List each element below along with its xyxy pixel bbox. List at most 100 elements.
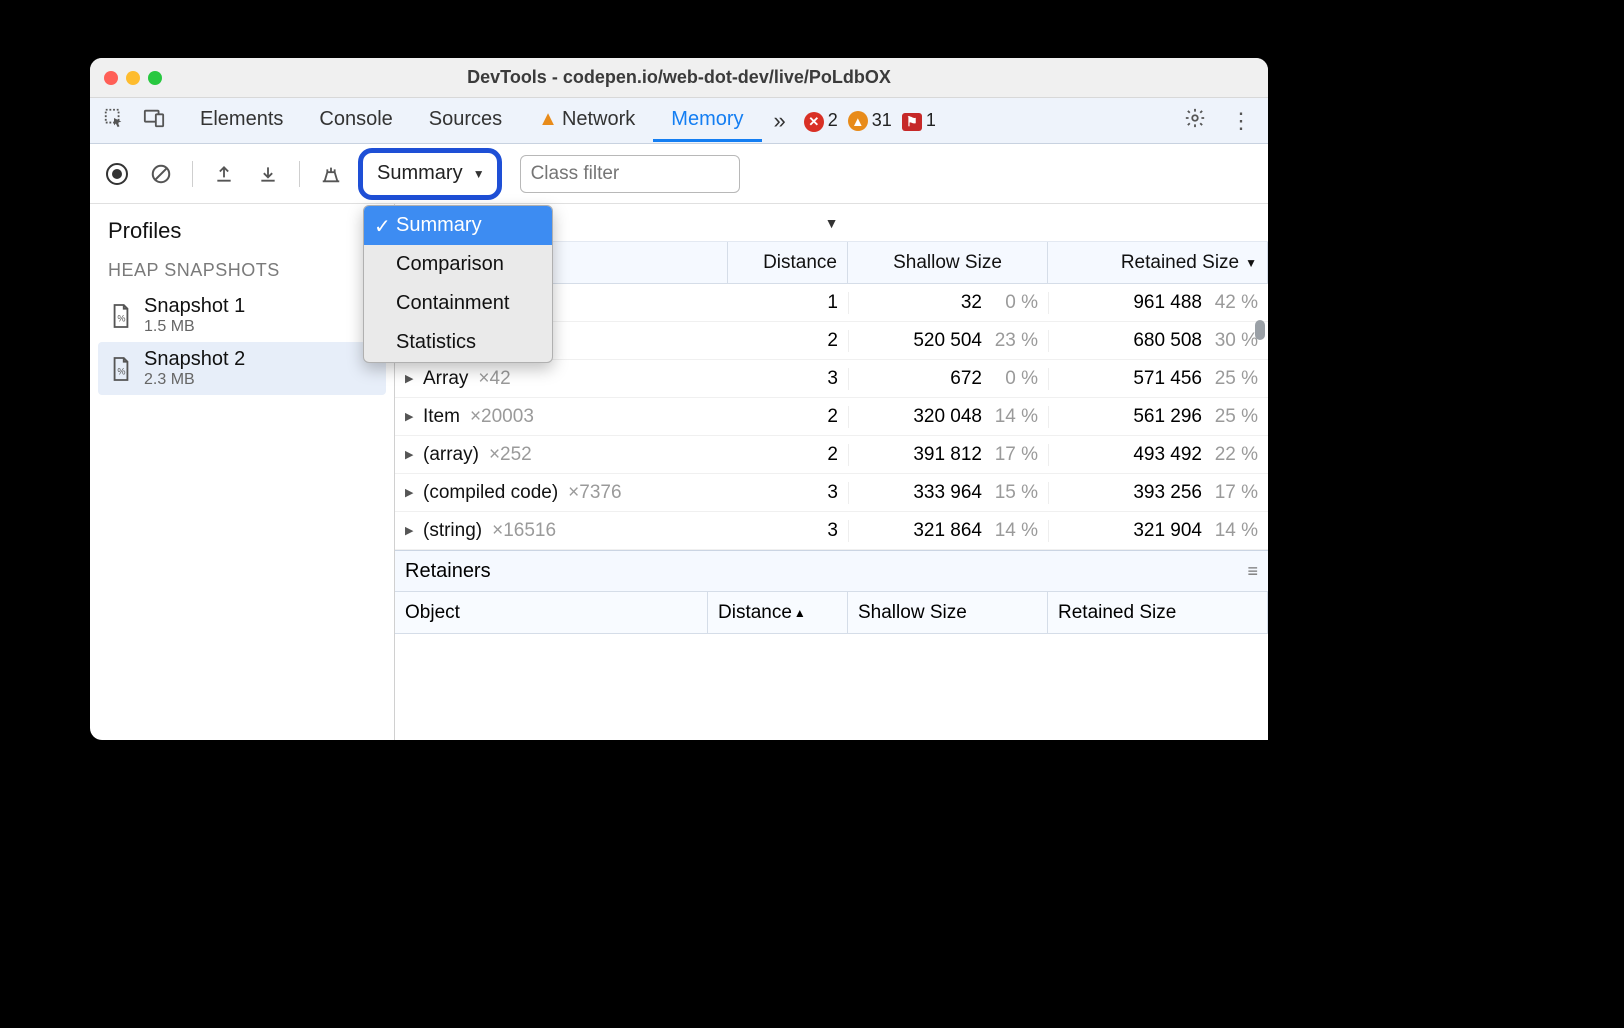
dropdown-option-statistics[interactable]: Statistics (364, 323, 552, 362)
minimize-window-button[interactable] (126, 71, 140, 85)
dropdown-option-comparison[interactable]: Comparison (364, 245, 552, 284)
column-shallow-size[interactable]: Shallow Size (848, 242, 1048, 283)
expand-icon[interactable]: ▶ (405, 410, 417, 423)
column-retained-label: Retained Size (1121, 252, 1239, 274)
constructor-name: Array (423, 368, 468, 390)
retainers-col-distance[interactable]: Distance▲ (708, 592, 848, 633)
retainers-col-retained[interactable]: Retained Size (1048, 592, 1268, 633)
record-button[interactable] (100, 157, 134, 191)
table-row[interactable]: ▶Item×200032320 04814 %561 29625 % (395, 398, 1268, 436)
cell-retained-size: 571 45625 % (1048, 368, 1268, 390)
cell-shallow-size: 333 96415 % (848, 482, 1048, 504)
cell-distance: 3 (728, 368, 848, 390)
cell-distance: 2 (728, 406, 848, 428)
tab-sources[interactable]: Sources (411, 100, 520, 142)
instance-count: ×16516 (492, 520, 556, 542)
tab-network[interactable]: ▲Network (520, 100, 653, 142)
snapshot-item-2[interactable]: % Snapshot 2 2.3 MB (98, 342, 386, 395)
profiles-title: Profiles (108, 218, 376, 244)
tab-elements[interactable]: Elements (182, 100, 301, 142)
cell-constructor: ▶ (compiled code) ×7376 (395, 482, 728, 504)
import-icon[interactable] (251, 157, 285, 191)
settings-icon[interactable] (1174, 107, 1216, 135)
constructor-name: (compiled code) (423, 482, 558, 504)
cell-retained-size: 561 29625 % (1048, 406, 1268, 428)
snapshot-size: 2.3 MB (144, 371, 245, 389)
window-title: DevTools - codepen.io/web-dot-dev/live/P… (102, 67, 1256, 88)
memory-body: Profiles HEAP SNAPSHOTS % Snapshot 1 1.5… (90, 204, 1268, 740)
warning-count: 31 (872, 110, 892, 130)
retainers-title: Retainers (405, 560, 491, 583)
cell-distance: 3 (728, 482, 848, 504)
cell-distance: 3 (728, 520, 848, 542)
instance-count: ×7376 (568, 482, 621, 504)
cell-constructor: ▶Item×20003 (395, 406, 728, 428)
expand-icon[interactable]: ▶ (405, 486, 417, 499)
maximize-window-button[interactable] (148, 71, 162, 85)
cell-shallow-size: 321 86414 % (848, 520, 1048, 542)
snapshot-name: Snapshot 1 (144, 295, 245, 318)
perspective-dropdown-menu: Summary Comparison Containment Statistic… (363, 205, 553, 363)
device-toolbar-icon[interactable] (136, 107, 172, 135)
devtools-window: DevTools - codepen.io/web-dot-dev/live/P… (90, 58, 1268, 740)
memory-toolbar: Summary Summary Comparison Containment S… (90, 144, 1268, 204)
table-row[interactable]: ▶ (string) ×16516 3321 86414 %321 90414 % (395, 512, 1268, 550)
inspect-element-icon[interactable] (96, 107, 132, 135)
constructor-name: Item (423, 406, 460, 428)
filter-caret-icon[interactable]: ▼ (825, 215, 839, 231)
tab-memory[interactable]: Memory (653, 100, 761, 142)
dropdown-option-containment[interactable]: Containment (364, 284, 552, 323)
table-row[interactable]: ▶ Array ×42 36720 %571 45625 % (395, 360, 1268, 398)
issue-counters[interactable]: ✕2 ▲31 ⚑1 (804, 110, 936, 132)
error-count: 2 (828, 110, 838, 130)
toolbar-divider (299, 161, 300, 187)
cell-constructor: ▶ Array ×42 (395, 368, 728, 390)
column-retained-size[interactable]: Retained Size ▼ (1048, 242, 1268, 283)
scrollbar-thumb[interactable] (1255, 320, 1265, 340)
constructor-name: (string) (423, 520, 482, 542)
expand-icon[interactable]: ▶ (405, 372, 417, 385)
cell-distance: 1 (728, 292, 848, 314)
svg-text:%: % (117, 313, 125, 323)
sort-asc-icon: ▲ (794, 606, 806, 620)
instance-count: ×252 (489, 444, 532, 466)
sort-desc-icon: ▼ (1245, 256, 1257, 270)
cell-distance: 2 (728, 330, 848, 352)
window-controls (104, 71, 162, 85)
error-icon: ✕ (804, 112, 824, 132)
export-icon[interactable] (207, 157, 241, 191)
retainers-col-shallow[interactable]: Shallow Size (848, 592, 1048, 633)
dropdown-option-summary[interactable]: Summary (364, 206, 552, 245)
tab-console[interactable]: Console (301, 100, 410, 142)
cell-constructor: ▶(array)×252 (395, 444, 728, 466)
collect-garbage-icon[interactable] (314, 157, 348, 191)
perspective-dropdown[interactable]: Summary Summary Comparison Containment S… (358, 148, 502, 200)
table-row[interactable]: ▶(compiled code)×73763333 96415 %393 256… (395, 474, 1268, 512)
profiles-sidebar: Profiles HEAP SNAPSHOTS % Snapshot 1 1.5… (90, 204, 395, 740)
perspective-dropdown-label: Summary (377, 162, 463, 185)
more-options-icon[interactable]: ⋮ (1220, 108, 1262, 134)
issue-count: 1 (926, 110, 936, 130)
cell-retained-size: 493 49222 % (1048, 444, 1268, 466)
title-bar: DevTools - codepen.io/web-dot-dev/live/P… (90, 58, 1268, 98)
instance-count: ×42 (478, 368, 510, 390)
snapshot-name: Snapshot 2 (144, 348, 245, 371)
clear-button[interactable] (144, 157, 178, 191)
column-distance[interactable]: Distance (728, 242, 848, 283)
retainers-col-object[interactable]: Object (395, 592, 708, 633)
snapshot-item-1[interactable]: % Snapshot 1 1.5 MB (98, 289, 386, 342)
class-filter-input[interactable] (520, 155, 740, 193)
cell-shallow-size: 6720 % (848, 368, 1048, 390)
table-row[interactable]: ▶(array)×2522391 81217 %493 49222 % (395, 436, 1268, 474)
svg-text:%: % (117, 366, 125, 376)
retainers-header: Retainers ≡ (395, 550, 1268, 592)
cell-retained-size: 321 90414 % (1048, 520, 1268, 542)
tabs-overflow-button[interactable]: » (766, 108, 794, 134)
close-window-button[interactable] (104, 71, 118, 85)
perspective-dropdown-button[interactable]: Summary (363, 153, 497, 195)
retainers-menu-icon[interactable]: ≡ (1247, 561, 1258, 582)
cell-shallow-size: 391 81217 % (848, 444, 1048, 466)
expand-icon[interactable]: ▶ (405, 448, 417, 461)
expand-icon[interactable]: ▶ (405, 524, 417, 537)
panel-tabs: Elements Console Sources ▲Network Memory (182, 100, 762, 142)
